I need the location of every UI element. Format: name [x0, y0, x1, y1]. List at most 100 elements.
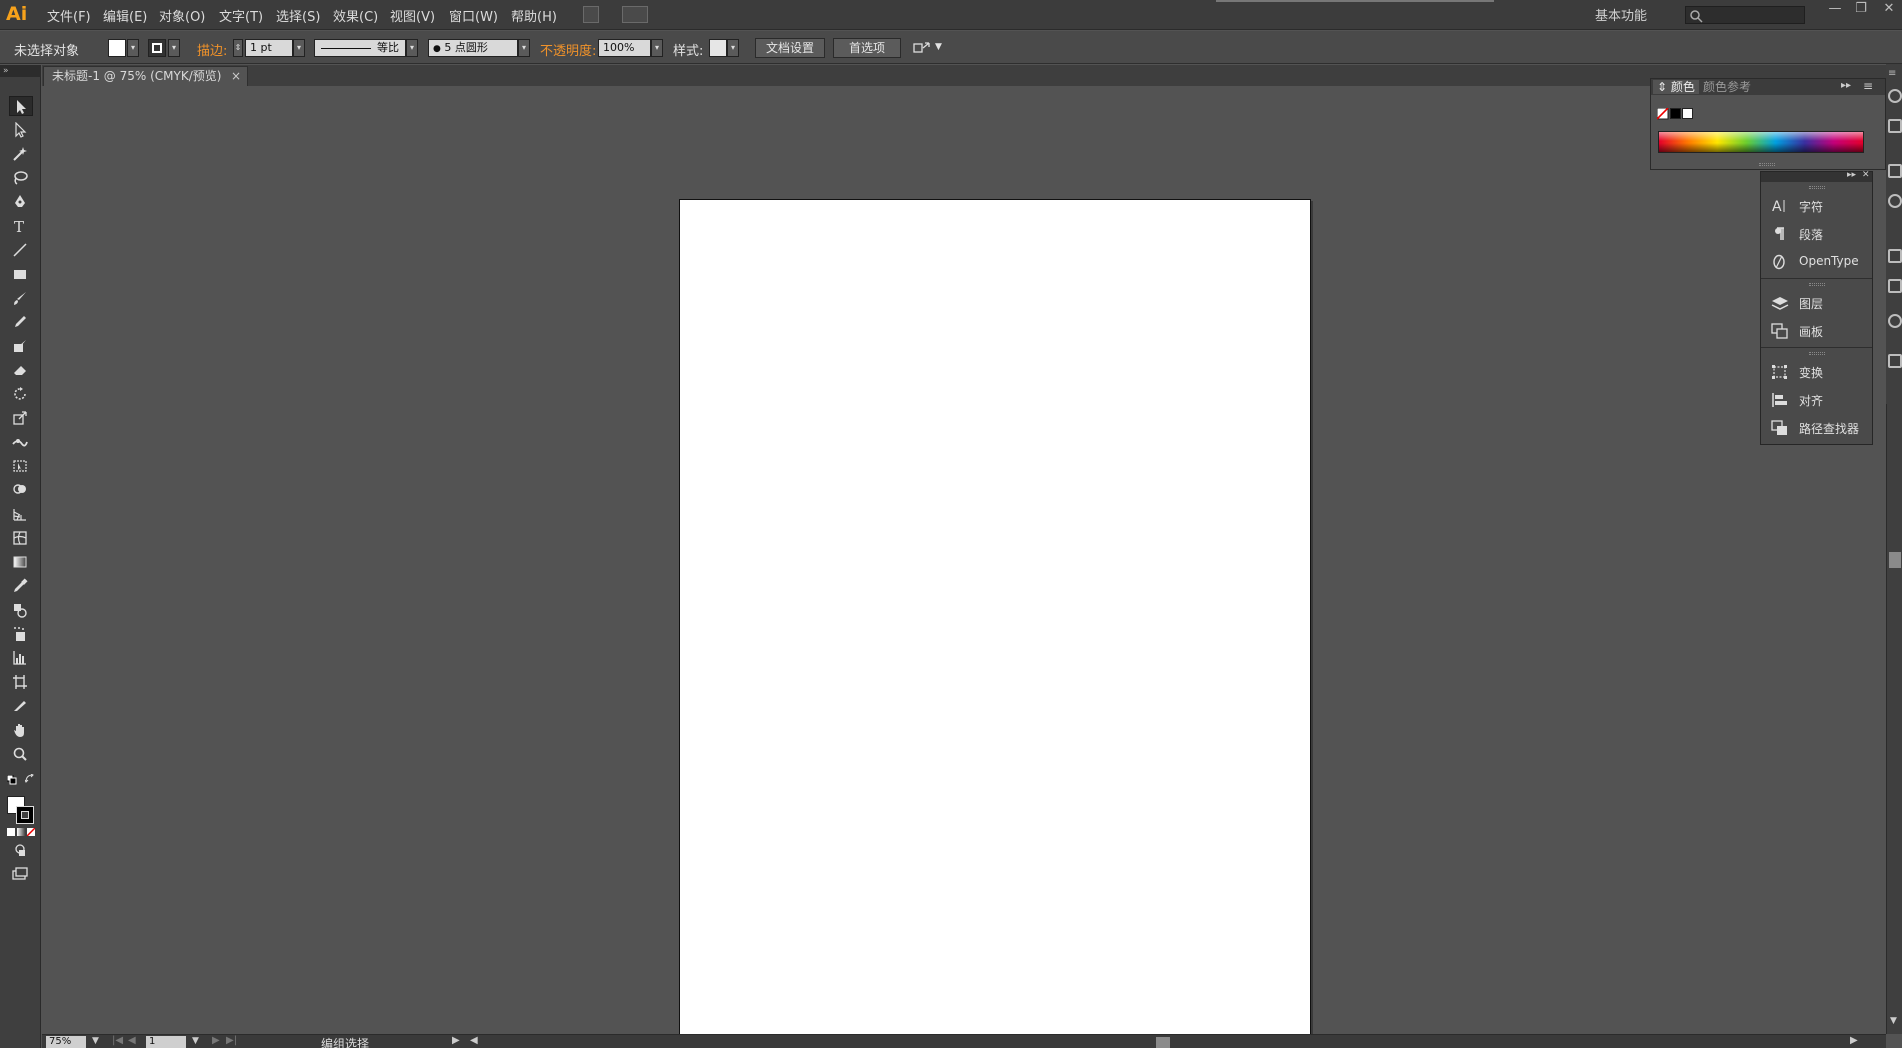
gradient-tool-icon[interactable] — [9, 552, 33, 572]
swatches-icon[interactable] — [1888, 119, 1902, 133]
eyedropper-tool-icon[interactable] — [9, 576, 33, 596]
hand-tool-icon[interactable] — [9, 720, 33, 740]
color-panel-grip[interactable] — [1759, 163, 1775, 166]
eraser-tool-icon[interactable] — [9, 360, 33, 380]
shape-builder-tool-icon[interactable] — [9, 480, 33, 500]
rotate-tool-icon[interactable] — [9, 384, 33, 404]
rectangle-tool-icon[interactable] — [9, 264, 33, 284]
free-transform-tool-icon[interactable] — [9, 456, 33, 476]
menu-edit[interactable]: 编辑(E) — [103, 6, 147, 25]
tools-panel-collapse-icon[interactable]: » — [0, 65, 41, 77]
color-panel-menu-icon[interactable]: ≡ — [1863, 79, 1873, 93]
color-guide-icon[interactable] — [1888, 89, 1902, 103]
opacity-dropdown[interactable]: ▾ — [651, 39, 663, 57]
scroll-right-icon[interactable]: ▶ — [1850, 1035, 1858, 1046]
brush-select[interactable]: ● 5 点圆形 — [428, 39, 518, 57]
brushes-icon[interactable] — [1888, 164, 1902, 178]
zoom-tool-icon[interactable] — [9, 744, 33, 764]
artboard-tool-icon[interactable] — [9, 672, 33, 692]
none-swatch[interactable] — [1657, 108, 1669, 120]
minimize-button[interactable]: — — [1822, 0, 1848, 20]
menu-object[interactable]: 对象(O) — [159, 6, 205, 25]
dock-item-layers[interactable]: 图层 — [1761, 291, 1872, 315]
scale-tool-icon[interactable] — [9, 408, 33, 428]
style-dropdown[interactable]: ▾ — [727, 39, 739, 57]
black-swatch[interactable] — [1670, 108, 1681, 119]
perspective-grid-tool-icon[interactable] — [9, 504, 33, 524]
horizontal-scroll-thumb[interactable] — [1156, 1037, 1170, 1048]
artboard[interactable] — [679, 199, 1311, 1048]
workspace-switcher[interactable]: 基本功能 — [1595, 5, 1647, 24]
pen-tool-icon[interactable] — [9, 192, 33, 212]
graphic-styles-icon[interactable] — [1888, 354, 1902, 368]
dock-grip-1[interactable] — [1809, 186, 1825, 189]
menu-select[interactable]: 选择(S) — [276, 6, 320, 25]
stroke-profile-select[interactable]: 等比 — [314, 39, 406, 57]
canvas-area[interactable] — [42, 86, 1886, 1048]
opacity-field[interactable]: 100% — [598, 39, 651, 57]
menu-window[interactable]: 窗口(W) — [449, 6, 498, 25]
vertical-scroll-thumb[interactable] — [1889, 552, 1901, 568]
color-panel-collapse-icon[interactable]: ▸▸ — [1841, 80, 1851, 91]
dock-grip-2[interactable] — [1809, 283, 1825, 286]
close-button[interactable]: ✕ — [1876, 0, 1902, 20]
zoom-field[interactable]: 75% — [46, 1036, 86, 1048]
fill-swatch[interactable] — [108, 39, 126, 57]
arrange-dropdown-icon[interactable]: ▼ — [935, 42, 942, 52]
zoom-dropdown-icon[interactable]: ▼ — [92, 1036, 99, 1046]
white-swatch[interactable] — [1682, 108, 1693, 119]
gradient-icon[interactable] — [1888, 279, 1902, 293]
arrange-documents-icon[interactable] — [622, 6, 648, 23]
blob-brush-tool-icon[interactable] — [9, 336, 33, 356]
dock-grip-3[interactable] — [1809, 352, 1825, 355]
magic-wand-tool-icon[interactable] — [9, 144, 33, 164]
restore-button[interactable]: ❐ — [1848, 0, 1874, 20]
menu-effect[interactable]: 效果(C) — [333, 6, 378, 25]
dock-close-icon[interactable]: ✕ — [1862, 170, 1870, 180]
stroke-color-box[interactable] — [16, 806, 34, 824]
next-page-icon[interactable]: ▶ — [212, 1035, 220, 1046]
style-swatch[interactable] — [709, 39, 727, 57]
document-tab[interactable]: 未标题-1 @ 75% (CMYK/预览) × — [43, 66, 248, 86]
tab-color[interactable]: ⇕ 颜色 — [1653, 80, 1699, 94]
dock-item-align[interactable]: 对齐 — [1761, 388, 1872, 412]
pencil-tool-icon[interactable] — [9, 312, 33, 332]
menu-help[interactable]: 帮助(H) — [511, 6, 557, 25]
symbol-sprayer-tool-icon[interactable] — [9, 624, 33, 644]
tab-color-guide[interactable]: 颜色参考 — [1699, 80, 1755, 94]
dock-item-opentype[interactable]: OpenType — [1761, 250, 1872, 274]
type-tool-icon[interactable]: T — [9, 216, 33, 236]
dock-item-transform[interactable]: 变换 — [1761, 360, 1872, 384]
stroke-weight-dropdown[interactable]: ▾ — [293, 39, 305, 57]
mesh-tool-icon[interactable] — [9, 528, 33, 548]
column-graph-tool-icon[interactable] — [9, 648, 33, 668]
stroke-icon[interactable] — [1888, 249, 1902, 263]
dock-collapse-icon[interactable]: ▸▸ — [1847, 170, 1856, 180]
dock-item-pathfinder[interactable]: 路径查找器 — [1761, 416, 1872, 440]
swap-colors-icon[interactable] — [25, 774, 35, 784]
stroke-label[interactable]: 描边: — [197, 40, 227, 59]
appearance-icon[interactable] — [1888, 314, 1902, 328]
paintbrush-tool-icon[interactable] — [9, 288, 33, 308]
document-setup-button[interactable]: 文档设置 — [755, 38, 825, 58]
color-mode-icon[interactable] — [7, 828, 15, 836]
menu-file[interactable]: 文件(F) — [47, 6, 91, 25]
stroke-swatch[interactable] — [148, 39, 166, 57]
color-spectrum[interactable] — [1658, 131, 1864, 153]
brush-dropdown[interactable]: ▾ — [518, 39, 530, 57]
symbols-icon[interactable] — [1888, 194, 1902, 208]
search-input[interactable] — [1685, 6, 1805, 24]
default-colors-icon[interactable] — [7, 775, 17, 785]
preferences-button[interactable]: 首选项 — [833, 38, 901, 58]
page-dropdown-icon[interactable]: ▼ — [192, 1036, 199, 1046]
opacity-label[interactable]: 不透明度: — [540, 40, 596, 59]
selection-tool-icon[interactable] — [9, 96, 33, 116]
line-tool-icon[interactable] — [9, 240, 33, 260]
none-mode-icon[interactable] — [27, 828, 35, 836]
menu-view[interactable]: 视图(V) — [390, 6, 435, 25]
dock-item-artboards[interactable]: 画板 — [1761, 319, 1872, 343]
stroke-dropdown[interactable]: ▾ — [168, 39, 180, 57]
drawing-mode-icon[interactable] — [13, 843, 27, 857]
arrange-icon[interactable] — [913, 41, 931, 55]
direct-selection-tool-icon[interactable] — [9, 120, 33, 140]
